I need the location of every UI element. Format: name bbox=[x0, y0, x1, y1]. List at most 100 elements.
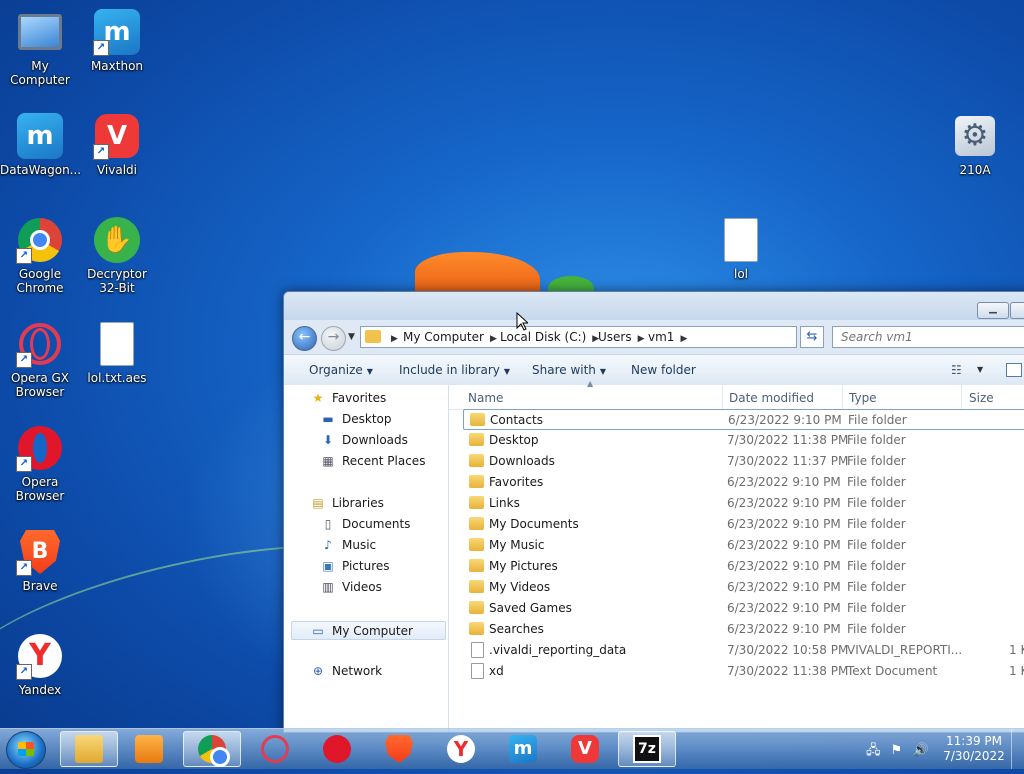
nav-pictures[interactable]: ▣ Pictures bbox=[320, 559, 389, 573]
view-dropdown[interactable]: ▼ bbox=[977, 365, 983, 374]
preview-pane-button[interactable] bbox=[1006, 363, 1022, 377]
desktop-icon-label: lol.txt.aes bbox=[87, 371, 147, 385]
search-box[interactable] bbox=[832, 326, 1024, 348]
taskbar-vivaldi[interactable]: V bbox=[556, 731, 614, 767]
chevron-down-icon: ▼ bbox=[599, 367, 607, 376]
folder-icon bbox=[469, 580, 484, 593]
file-row[interactable]: My Music 6/23/2022 9:10 PM File folder bbox=[463, 535, 1024, 556]
taskbar-brave[interactable] bbox=[370, 731, 428, 767]
column-divider[interactable] bbox=[842, 385, 843, 409]
desktop-icon-datawagon[interactable]: m DataWagon... bbox=[0, 112, 81, 177]
folder-icon bbox=[469, 496, 484, 509]
desktop-icon-lol[interactable]: lol bbox=[701, 216, 781, 281]
desktop-icon-lol-txt-aes[interactable]: lol.txt.aes bbox=[77, 320, 157, 385]
column-name[interactable]: Name bbox=[468, 391, 503, 405]
column-divider[interactable] bbox=[722, 385, 723, 409]
file-row[interactable]: My Documents 6/23/2022 9:10 PM File folder bbox=[463, 514, 1024, 535]
title-bar[interactable]: ▁ bbox=[284, 292, 1024, 320]
desktop-icon-brave[interactable]: B ↗ Brave bbox=[0, 528, 80, 593]
nav-documents[interactable]: ▯ Documents bbox=[320, 517, 411, 531]
column-divider[interactable] bbox=[961, 385, 962, 409]
computer-icon bbox=[18, 14, 62, 50]
nav-favorites[interactable]: ★ Favorites bbox=[310, 391, 387, 405]
file-row[interactable]: Searches 6/23/2022 9:10 PM File folder bbox=[463, 619, 1024, 640]
forward-button[interactable]: → bbox=[321, 326, 346, 351]
navigation-row: ← → ▼ ▶ My Computer ▶ Local Disk (C:) ▶ Us… bbox=[284, 322, 1024, 352]
desktop-icon-210a[interactable]: ⚙ 210A bbox=[935, 112, 1015, 177]
address-bar[interactable]: ▶ My Computer ▶ Local Disk (C:) ▶ Users ▶ v… bbox=[360, 326, 868, 348]
desktop-icon-label: Opera GX Browser bbox=[10, 371, 70, 399]
maximize-button[interactable] bbox=[1010, 302, 1024, 319]
breadcrumb-root-arrow[interactable]: ▶ bbox=[385, 330, 398, 344]
taskbar-opera-gx[interactable] bbox=[246, 731, 304, 767]
file-row[interactable]: Favorites 6/23/2022 9:10 PM File folder bbox=[463, 472, 1024, 493]
taskbar-clock[interactable]: 11:39 PM 7/30/2022 bbox=[940, 734, 1008, 764]
organize-button[interactable]: Organize ▼ bbox=[309, 363, 373, 377]
file-row[interactable]: xd7/30/2022 11:38 PMText Document1 K bbox=[463, 661, 1024, 682]
new-folder-button[interactable]: New folder bbox=[631, 363, 696, 377]
taskbar-7zip[interactable]: 7z bbox=[618, 731, 676, 767]
desktop-icon: ▬ bbox=[322, 412, 334, 426]
nav-recent-places[interactable]: ▦ Recent Places bbox=[320, 454, 425, 468]
chevron-down-icon: ▼ bbox=[977, 365, 984, 374]
network-status-icon[interactable]: 🖧 bbox=[866, 743, 881, 758]
share-with-button[interactable]: Share with ▼ bbox=[532, 363, 606, 377]
nav-downloads[interactable]: ⬇ Downloads bbox=[320, 433, 408, 447]
nav-my-computer[interactable]: ▭ My Computer bbox=[291, 621, 446, 640]
nav-network[interactable]: ⊕ Network bbox=[310, 664, 382, 678]
desktop-icon-opera[interactable]: ↗ Opera Browser bbox=[0, 424, 80, 503]
folder-icon bbox=[469, 475, 484, 488]
desktop-icon-google-chrome[interactable]: ↗ Google Chrome bbox=[0, 216, 80, 295]
chevron-down-icon: ▼ bbox=[348, 332, 355, 342]
start-button[interactable] bbox=[6, 731, 46, 769]
search-input[interactable] bbox=[841, 330, 1021, 344]
back-button[interactable]: ← bbox=[292, 326, 317, 351]
pictures-icon: ▣ bbox=[322, 559, 334, 573]
desktop-icon-yandex[interactable]: Y ↗ Yandex bbox=[0, 632, 80, 697]
taskbar-yandex[interactable]: Y bbox=[432, 731, 490, 767]
action-center-flag-icon[interactable]: ⚑ bbox=[891, 743, 903, 758]
file-row[interactable]: Links 6/23/2022 9:10 PM File folder bbox=[463, 493, 1024, 514]
desktop-icon-vivaldi[interactable]: V ↗ Vivaldi bbox=[77, 112, 157, 177]
taskbar-chrome[interactable] bbox=[183, 731, 241, 767]
breadcrumb-users[interactable]: Users ▶ bbox=[598, 330, 645, 344]
recent-pages-dropdown[interactable]: ▼ bbox=[348, 332, 355, 342]
refresh-button[interactable]: ⇆ bbox=[800, 326, 824, 348]
column-type[interactable]: Type bbox=[849, 391, 877, 405]
file-row[interactable]: .vivaldi_reporting_data 7/30/2022 10:58 P… bbox=[463, 640, 1024, 661]
column-size[interactable]: Size bbox=[969, 391, 994, 405]
desktop-icon-decryptor[interactable]: ✋ Decryptor 32-Bit bbox=[77, 216, 157, 295]
file-row[interactable]: Contacts 6/23/2022 9:10 PM File folder bbox=[463, 409, 1024, 430]
column-date-modified[interactable]: Date modified bbox=[729, 391, 814, 405]
breadcrumb-local-disk[interactable]: Local Disk (C:) ▶ bbox=[500, 330, 599, 344]
desktop-icon-my-computer[interactable]: My Computer bbox=[0, 8, 80, 87]
handshake-icon: ✋ bbox=[94, 217, 140, 263]
taskbar-maxthon[interactable]: m bbox=[494, 731, 552, 767]
desktop-icon-label: Opera Browser bbox=[15, 475, 65, 503]
nav-libraries[interactable]: ▤ Libraries bbox=[310, 496, 384, 510]
nav-music[interactable]: ♪ Music bbox=[320, 538, 376, 552]
minimize-button[interactable]: ▁ bbox=[977, 302, 1009, 319]
nav-desktop[interactable]: ▬ Desktop bbox=[320, 412, 391, 426]
desktop-icon-maxthon[interactable]: m ↗ Maxthon bbox=[77, 8, 157, 73]
taskbar-opera[interactable] bbox=[308, 731, 366, 767]
file-row[interactable]: My Pictures 6/23/2022 9:10 PM File folder bbox=[463, 556, 1024, 577]
volume-icon[interactable]: 🔊 bbox=[912, 743, 928, 758]
view-options-button[interactable]: ☷ bbox=[951, 363, 962, 377]
nav-videos[interactable]: ▥ Videos bbox=[320, 580, 382, 594]
shortcut-arrow-icon: ↗ bbox=[16, 456, 32, 472]
file-row[interactable]: Saved Games 6/23/2022 9:10 PM File folder bbox=[463, 598, 1024, 619]
taskbar-media-player[interactable] bbox=[120, 731, 178, 767]
include-in-library-button[interactable]: Include in library ▼ bbox=[399, 363, 510, 377]
taskbar-explorer[interactable] bbox=[60, 731, 118, 767]
file-row[interactable]: Downloads 7/30/2022 11:37 PM File folder bbox=[463, 451, 1024, 472]
show-desktop-button[interactable] bbox=[1011, 729, 1024, 769]
breadcrumb-my-computer[interactable]: My Computer ▶ bbox=[403, 330, 497, 344]
file-row[interactable]: Desktop 7/30/2022 11:38 PM File folder bbox=[463, 430, 1024, 451]
file-row[interactable]: My Videos 6/23/2022 9:10 PM File folder bbox=[463, 577, 1024, 598]
opera-icon bbox=[323, 735, 351, 763]
refresh-icon: ⇆ bbox=[806, 329, 818, 344]
desktop-icon-opera-gx[interactable]: ↗ Opera GX Browser bbox=[0, 320, 80, 399]
desktop-icon-label: Google Chrome bbox=[16, 267, 64, 295]
breadcrumb-vm1[interactable]: vm1 ▶ bbox=[648, 330, 687, 344]
